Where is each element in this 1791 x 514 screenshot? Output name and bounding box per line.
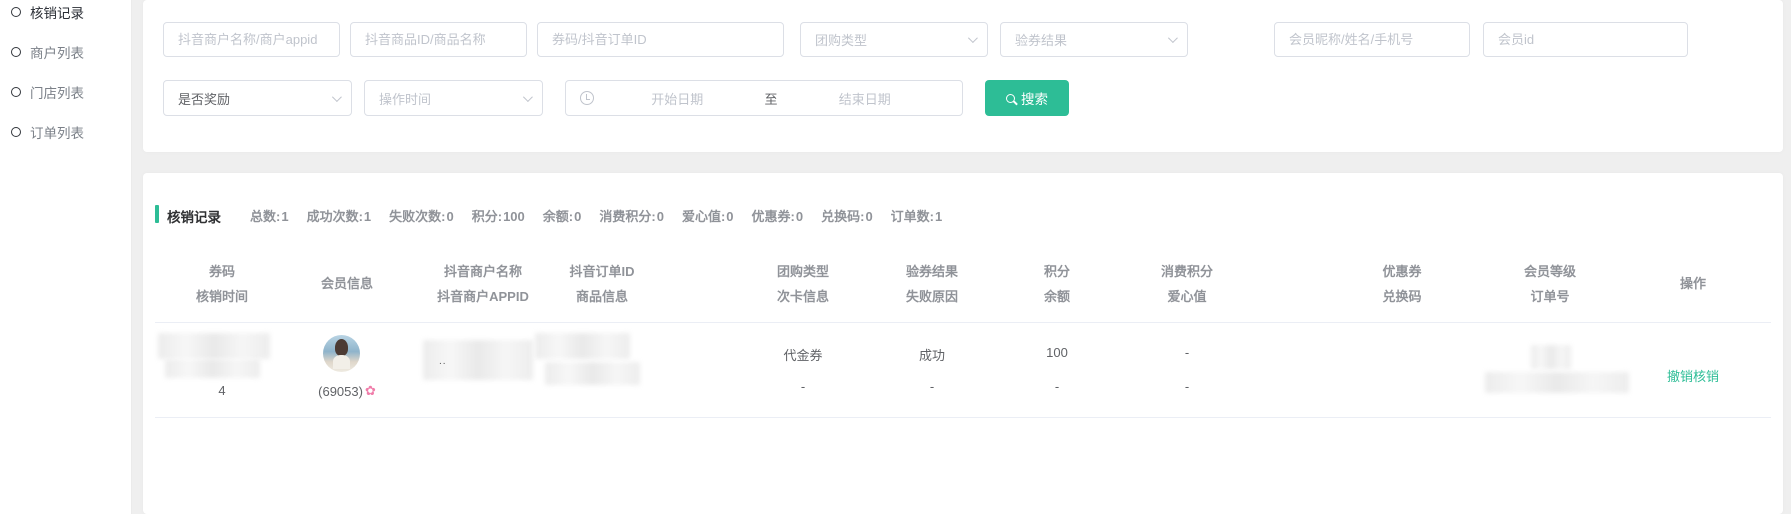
stat-coupons: 优惠券:0 bbox=[752, 206, 805, 225]
table-row-divider bbox=[155, 417, 1771, 418]
sidebar-item-store-list[interactable]: 门店列表 bbox=[0, 72, 132, 112]
product-field bbox=[350, 22, 527, 57]
group-type-select[interactable]: 团购类型 bbox=[800, 22, 988, 57]
sidebar: 核销记录 商户列表 门店列表 订单列表 bbox=[0, 0, 132, 514]
date-separator: 至 bbox=[761, 89, 782, 108]
consume-points-cell: - bbox=[1112, 345, 1262, 360]
chevron-down-icon bbox=[523, 92, 533, 102]
member-info-cell: (69053) ✿ bbox=[272, 383, 422, 399]
circle-icon bbox=[11, 7, 21, 17]
date-end-placeholder: 结束日期 bbox=[782, 89, 949, 108]
merchant-name-input[interactable] bbox=[164, 23, 339, 56]
member-name-field bbox=[1274, 22, 1470, 57]
redacted-order-number bbox=[1485, 372, 1629, 393]
stat-consume-points: 消费积分:0 bbox=[599, 206, 665, 225]
coupon-code-input[interactable] bbox=[538, 23, 783, 56]
revoke-verification-link[interactable]: 撤销核销 bbox=[1618, 366, 1768, 385]
circle-icon bbox=[11, 47, 21, 57]
product-input[interactable] bbox=[351, 23, 526, 56]
points-cell: 100 bbox=[982, 345, 1132, 360]
member-id-field bbox=[1483, 22, 1688, 57]
sidebar-item-label: 门店列表 bbox=[30, 82, 84, 102]
date-start-placeholder: 开始日期 bbox=[594, 89, 761, 108]
stat-order-count: 订单数:1 bbox=[891, 206, 944, 225]
redacted-coupon-code bbox=[158, 333, 270, 359]
verify-result-value: 验券结果 bbox=[1015, 30, 1067, 49]
col-header-consume-points: 消费积分爱心值 bbox=[1112, 259, 1262, 309]
group-type-cell: 代金券 bbox=[728, 345, 878, 364]
is-reward-value: 是否奖励 bbox=[178, 89, 230, 108]
sidebar-item-order-list[interactable]: 订单列表 bbox=[0, 112, 132, 152]
summary-title: 核销记录 bbox=[167, 206, 221, 226]
circle-icon bbox=[11, 127, 21, 137]
col-header-actions: 操作 bbox=[1618, 271, 1768, 296]
col-header-order-id: 抖音订单ID商品信息 bbox=[527, 259, 677, 309]
search-button-label: 搜索 bbox=[1021, 88, 1048, 108]
is-reward-select[interactable]: 是否奖励 bbox=[163, 80, 352, 116]
verify-result-select[interactable]: 验券结果 bbox=[1000, 22, 1188, 57]
summary-stats: 总数:1 成功次数:1 失败次数:0 积分:100 余额:0 消费积分:0 爱心… bbox=[250, 206, 943, 225]
col-header-member-level: 会员等级订单号 bbox=[1475, 259, 1625, 309]
coupon-code-field bbox=[537, 22, 784, 57]
op-time-value: 操作时间 bbox=[379, 89, 431, 108]
sidebar-item-verification-records[interactable]: 核销记录 bbox=[0, 0, 132, 32]
chevron-down-icon bbox=[968, 33, 978, 43]
date-range-picker[interactable]: 开始日期 至 结束日期 bbox=[565, 80, 963, 116]
flower-icon: ✿ bbox=[365, 383, 376, 399]
stat-love-value: 爱心值:0 bbox=[682, 206, 735, 225]
member-number: (69053) bbox=[318, 384, 363, 399]
merchant-name-field bbox=[163, 22, 340, 57]
balance-cell: - bbox=[982, 379, 1132, 394]
stat-points: 积分:100 bbox=[472, 206, 526, 225]
col-header-member-info: 会员信息 bbox=[272, 271, 422, 296]
sidebar-item-merchant-list[interactable]: 商户列表 bbox=[0, 32, 132, 72]
op-time-select[interactable]: 操作时间 bbox=[364, 80, 543, 116]
clock-icon bbox=[580, 91, 594, 105]
redacted-verify-time bbox=[165, 359, 260, 378]
circle-icon bbox=[11, 87, 21, 97]
sidebar-item-label: 订单列表 bbox=[30, 122, 84, 142]
card-info-cell: - bbox=[728, 379, 878, 394]
table-header-divider bbox=[155, 322, 1771, 323]
member-avatar bbox=[323, 335, 360, 372]
redacted-product-info bbox=[545, 362, 640, 385]
col-header-coupon: 优惠券兑换码 bbox=[1327, 259, 1477, 309]
search-button[interactable]: 搜索 bbox=[985, 80, 1069, 116]
accent-bar bbox=[155, 205, 159, 223]
sidebar-item-label: 核销记录 bbox=[30, 2, 84, 22]
chevron-down-icon bbox=[1168, 33, 1178, 43]
sidebar-item-label: 商户列表 bbox=[30, 42, 84, 62]
love-value-cell: - bbox=[1112, 379, 1262, 394]
stat-balance: 余额:0 bbox=[543, 206, 583, 225]
results-panel: 核销记录 总数:1 成功次数:1 失败次数:0 积分:100 余额:0 消费积分… bbox=[143, 173, 1783, 514]
redacted-member-level bbox=[1531, 345, 1571, 369]
merchant-hint-text: .. bbox=[439, 356, 447, 367]
col-header-points: 积分余额 bbox=[982, 259, 1132, 309]
col-header-group-type: 团购类型次卡信息 bbox=[728, 259, 878, 309]
stat-total: 总数:1 bbox=[250, 206, 290, 225]
stat-success-count: 成功次数:1 bbox=[307, 206, 373, 225]
member-id-input[interactable] bbox=[1484, 23, 1687, 56]
member-name-input[interactable] bbox=[1275, 23, 1469, 56]
stat-fail-count: 失败次数:0 bbox=[389, 206, 455, 225]
group-type-value: 团购类型 bbox=[815, 30, 867, 49]
chevron-down-icon bbox=[332, 92, 342, 102]
search-icon bbox=[1006, 94, 1015, 103]
stat-redeem-codes: 兑换码:0 bbox=[821, 206, 874, 225]
redacted-order-id bbox=[535, 333, 630, 359]
filter-panel: 团购类型 验券结果 是否奖励 操作时间 开始日期 至 结束日期 搜索 bbox=[143, 0, 1783, 152]
